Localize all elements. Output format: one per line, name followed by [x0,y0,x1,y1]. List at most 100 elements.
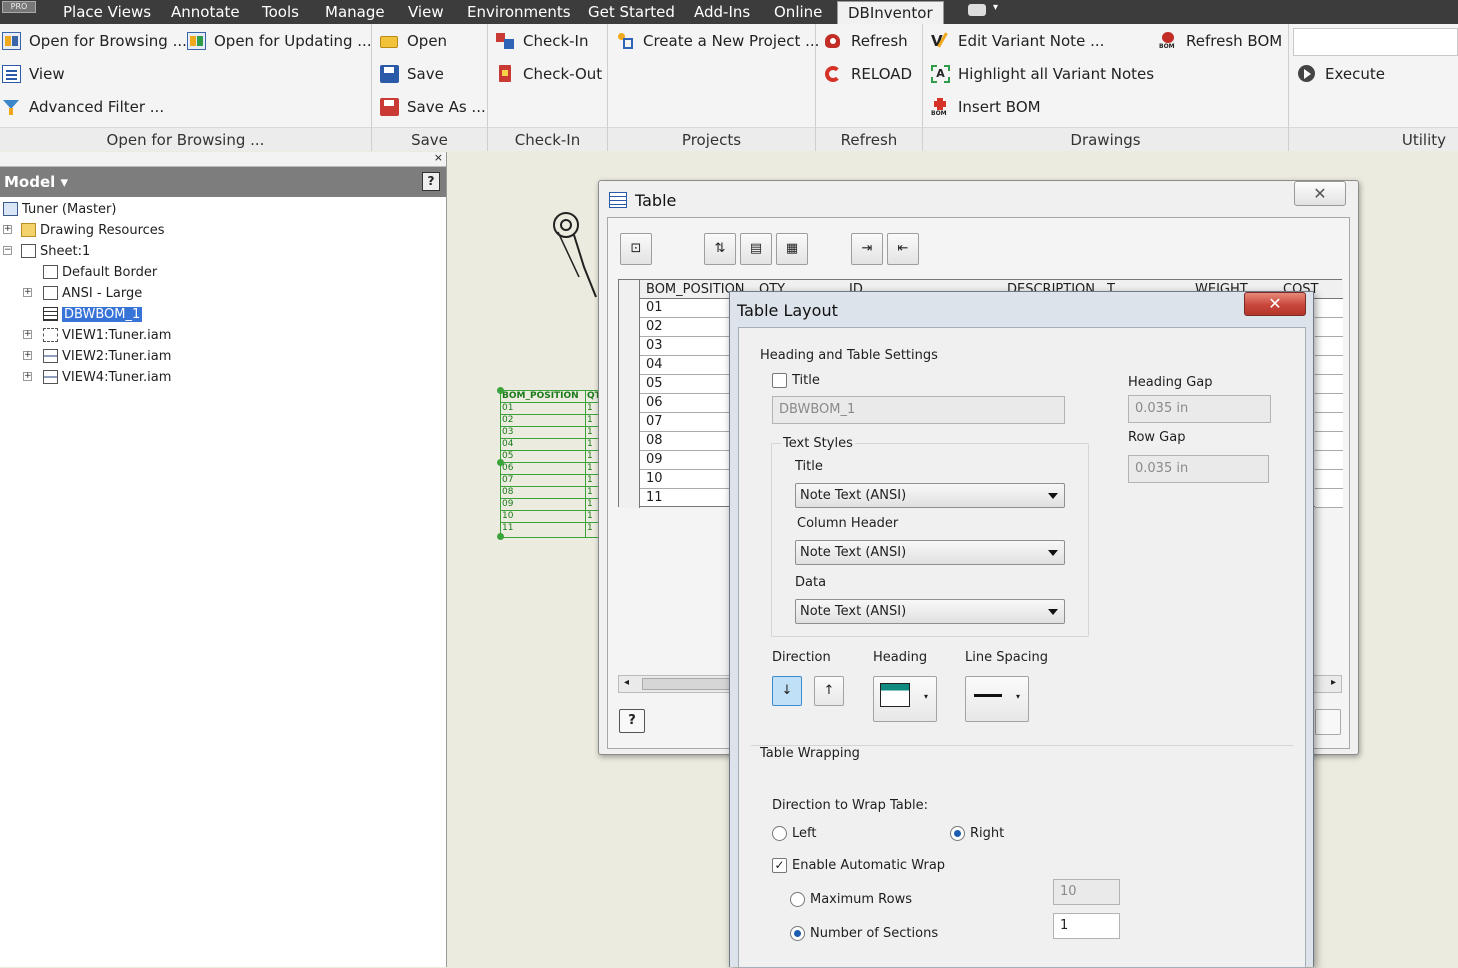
tree-node-dbwbom[interactable]: DBWBOM_1 [43,304,143,324]
refresh-icon [824,32,843,50]
tab-add-ins[interactable]: Add-Ins [694,3,750,21]
camera-icon[interactable] [968,4,986,16]
sheet-row-position: 02 [502,415,514,425]
edit-variant-note-button[interactable]: V Edit Variant Note ... [931,32,1104,50]
tab-get-started[interactable]: Get Started [588,3,675,21]
advanced-filter-button[interactable]: Advanced Filter ... [2,98,164,116]
group-label-projects: Projects [608,127,815,151]
check-out-button[interactable]: Check-Out [496,65,602,83]
open-browse-icon [2,32,21,50]
table-row[interactable]: 10 [640,470,730,489]
scroll-right-icon[interactable]: ▸ [1331,677,1336,688]
highlight-variant-notes-button[interactable]: A Highlight all Variant Notes [931,65,1154,83]
insert-bom-button[interactable]: BOM Insert BOM [931,98,1041,117]
table-row[interactable]: 05 [640,375,730,394]
scrollbar-thumb[interactable] [642,678,737,690]
merge-left-icon[interactable]: ⇥ [851,233,883,265]
grip-handle[interactable] [497,533,504,540]
direction-up-icon[interactable]: ↑ [814,676,844,706]
sections-input[interactable]: 1 [1053,913,1120,939]
close-icon[interactable]: × [434,151,443,164]
table-row[interactable]: 08 [640,432,730,451]
tree-node-default-border[interactable]: Default Border [43,262,157,282]
data-style-select[interactable]: Note Text (ANSI) [795,599,1065,624]
tree-node-ansi[interactable]: + ANSI - Large [23,283,142,303]
table-row[interactable]: 09 [640,451,730,470]
table-row[interactable]: 11 [640,489,730,508]
line-spacing-select[interactable]: ▾ [965,676,1029,722]
title-style-select[interactable]: Note Text (ANSI) [795,483,1065,508]
table-layout-icon[interactable]: ▦ [776,233,808,265]
title-input[interactable]: DBWBOM_1 [772,396,1065,424]
title-checkbox[interactable] [772,373,787,388]
wrap-right-radio[interactable] [950,826,965,841]
table-row[interactable]: 06 [640,394,730,413]
tab-tools[interactable]: Tools [262,3,299,21]
auto-wrap-checkbox[interactable]: ✓ [772,858,787,873]
heading-position-select[interactable]: ▾ [873,676,937,722]
column-header-style-select[interactable]: Note Text (ANSI) [795,540,1065,565]
export-icon[interactable]: ▤ [740,233,772,265]
tab-dbinventor[interactable]: DBInventor [837,1,944,24]
tab-place-views[interactable]: Place Views [63,3,151,21]
browser-header[interactable]: Model ▾ ? [0,167,446,197]
tab-environments[interactable]: Environments [467,3,571,21]
dialog-button[interactable] [1315,709,1341,735]
table-row[interactable]: 04 [640,356,730,375]
open-for-browsing-button[interactable]: Open for Browsing ... [2,32,187,50]
table-row[interactable]: 02 [640,318,730,337]
view-button[interactable]: View [2,65,65,83]
tree-node-view1[interactable]: + VIEW1:Tuner.iam [23,325,171,345]
merge-right-icon[interactable]: ⇤ [887,233,919,265]
max-rows-radio[interactable] [790,892,805,907]
grip-handle[interactable] [497,459,504,466]
expand-icon[interactable]: + [23,372,32,381]
max-rows-input[interactable]: 10 [1053,879,1120,905]
scroll-left-icon[interactable]: ◂ [624,677,629,688]
tree-node-sheet[interactable]: − Sheet:1 [3,241,90,261]
tree-node-view2[interactable]: + VIEW2:Tuner.iam [23,346,171,366]
refresh-bom-button[interactable]: BOM Refresh BOM [1159,32,1282,50]
sheet-row-position: 05 [502,451,514,461]
table-row[interactable]: 03 [640,337,730,356]
open-for-updating-button[interactable]: Open for Updating ... [187,32,372,50]
close-button[interactable]: ✕ [1244,292,1306,316]
help-icon[interactable]: ? [619,709,645,733]
wrap-left-radio[interactable] [772,826,787,841]
tab-manage[interactable]: Manage [325,3,385,21]
table-wrapping-label: Table Wrapping [760,746,860,761]
tab-annotate[interactable]: Annotate [171,3,240,21]
row-gap-input[interactable]: 0.035 in [1128,455,1269,483]
check-in-button[interactable]: Check-In [496,32,589,50]
refresh-button[interactable]: Refresh [824,32,908,50]
sheet-bom-table[interactable]: BOM_POSITION QT 01 1 02 1 03 1 04 1 05 1 06 1 0… [497,387,601,540]
tree-node-root[interactable]: Tuner (Master) [3,199,116,219]
direction-down-icon[interactable]: ↓ [772,676,802,706]
save-as-button[interactable]: Save As ... [380,98,486,116]
tree-node-drawing-resources[interactable]: + Drawing Resources [3,220,165,240]
tree-node-view4[interactable]: + VIEW4:Tuner.iam [23,367,171,387]
table-row[interactable]: 07 [640,413,730,432]
help-icon[interactable]: ? [422,172,440,191]
heading-gap-input[interactable]: 0.035 in [1128,395,1271,423]
expand-icon[interactable]: + [23,288,32,297]
grip-handle[interactable] [497,387,504,394]
table-row[interactable]: 01 [640,299,730,318]
collapse-icon[interactable]: − [3,246,12,255]
open-button[interactable]: Open [380,32,447,50]
expand-icon[interactable]: + [23,330,32,339]
close-button[interactable]: ✕ [1294,181,1346,206]
create-new-project-button[interactable]: Create a New Project ... [616,32,819,50]
sort-icon[interactable]: ⇅ [704,233,736,265]
save-button[interactable]: Save [380,65,444,83]
expand-icon[interactable]: + [3,225,12,234]
expand-icon[interactable]: + [23,351,32,360]
sections-radio[interactable] [790,926,805,941]
utility-input[interactable] [1293,28,1458,56]
tab-view[interactable]: View [408,3,444,21]
tab-online[interactable]: Online [774,3,822,21]
reload-button[interactable]: RELOAD [824,65,912,83]
chevron-down-icon[interactable]: ▾ [993,2,998,13]
execute-button[interactable]: Execute [1298,65,1385,83]
table-settings-icon[interactable]: ⊡ [620,233,652,265]
